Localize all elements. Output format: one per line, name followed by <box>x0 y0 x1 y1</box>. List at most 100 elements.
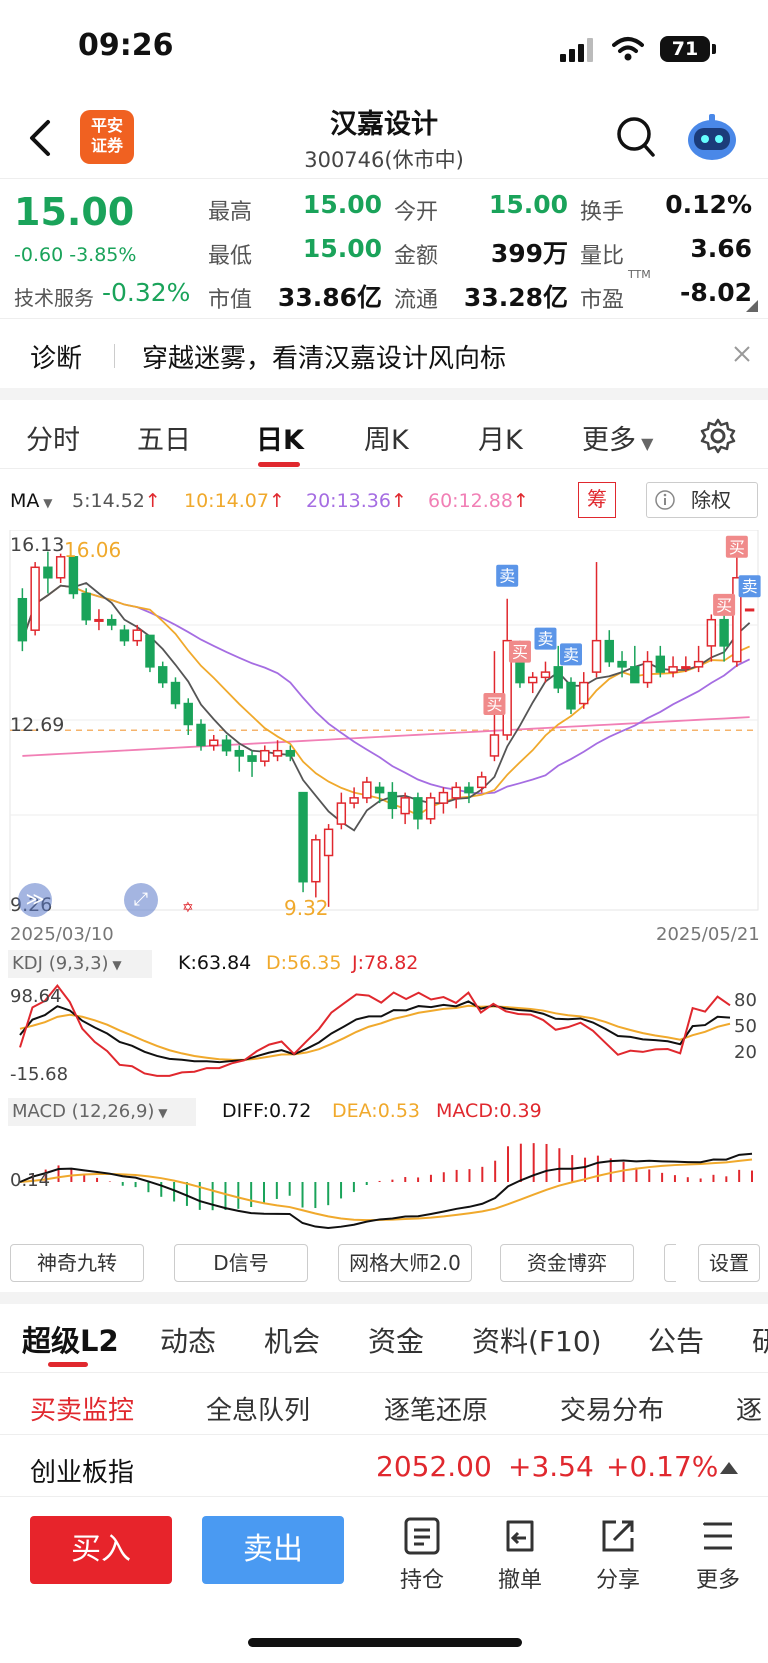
turnover-label: 换手 <box>580 200 625 225</box>
tab-daily-k[interactable]: 日K <box>256 418 304 457</box>
tool-settings[interactable]: 设置 <box>698 1244 760 1282</box>
wifi-icon <box>612 37 644 61</box>
tab-intraday[interactable]: 分时 <box>26 418 80 457</box>
candle-body <box>311 839 321 883</box>
expand-corner-icon[interactable] <box>746 300 758 312</box>
candle-body <box>260 749 270 762</box>
candle-body <box>617 660 627 668</box>
pe-value: -8.02 <box>679 278 752 307</box>
float-cap-value: 33.28亿 <box>463 283 568 312</box>
ma-label[interactable]: MA ▼ <box>10 490 52 512</box>
ma20-line <box>21 584 751 795</box>
chevron-down-icon: ▼ <box>108 958 122 972</box>
robot-assistant-icon[interactable] <box>684 112 740 162</box>
candle-body <box>744 608 755 612</box>
candle-body <box>451 786 461 799</box>
candle-body <box>234 749 244 757</box>
section-f10[interactable]: 资料(F10) <box>472 1320 602 1360</box>
candle-body <box>106 618 117 626</box>
subtab-order-queue[interactable]: 全息队列 <box>206 1390 310 1427</box>
tab-monthly-k[interactable]: 月K <box>478 418 523 457</box>
expand-up-icon[interactable] <box>720 1460 738 1474</box>
section-research[interactable]: 研 <box>752 1320 768 1360</box>
diag-text[interactable]: 穿越迷雾，看清汉嘉设计风向标 <box>142 338 506 375</box>
gear-icon[interactable] <box>700 418 736 454</box>
candle-body <box>132 629 142 642</box>
marker-label: 买 <box>486 695 502 714</box>
last-price: 15.00 <box>14 190 135 234</box>
kdj-chart[interactable] <box>0 980 768 1086</box>
candle-body <box>119 629 130 642</box>
candle-body <box>476 776 487 789</box>
tool-nine-turn[interactable]: 神奇九转 <box>10 1244 144 1282</box>
amount-value: 399万 <box>490 239 568 268</box>
kdj-j: J:78.82 <box>352 952 419 974</box>
subtab-trade-monitor[interactable]: 买卖监控 <box>30 1390 134 1427</box>
holdings-button[interactable]: 持仓 <box>392 1516 452 1594</box>
tab-weekly-k[interactable]: 周K <box>364 418 409 457</box>
close-icon[interactable] <box>732 344 752 364</box>
candle-body <box>400 797 410 815</box>
section-announcements[interactable]: 公告 <box>648 1320 704 1360</box>
tab-more[interactable]: 更多 ▼ <box>582 418 653 457</box>
cancel-order-button[interactable]: 撤单 <box>490 1516 550 1594</box>
candle-body <box>221 739 232 752</box>
tool-d-signal[interactable]: D信号 <box>174 1244 308 1282</box>
kdj-d-line <box>19 1004 731 1061</box>
candle-body <box>323 828 334 857</box>
kdj-y-top: 98.64 <box>10 986 62 1007</box>
kdj-k: K:63.84 <box>178 952 252 974</box>
macd-dea: DEA:0.53 <box>332 1100 421 1122</box>
kline-chart[interactable]: 买卖买卖卖买买卖 <box>0 530 768 920</box>
ma60-value: 60:12.88↑ <box>428 490 529 512</box>
share-button[interactable]: 分享 <box>588 1516 648 1594</box>
kdj-level-20: 20 <box>734 1042 757 1063</box>
pe-label: 市盈 <box>580 288 625 313</box>
fullscreen-icon[interactable]: ⤢ <box>124 883 158 917</box>
y-ref-label: 12.69 <box>10 714 65 736</box>
home-indicator <box>248 1638 522 1647</box>
chip-button[interactable]: 筹 <box>578 482 616 518</box>
search-icon[interactable] <box>616 116 656 160</box>
more-button[interactable]: 更多 <box>688 1516 748 1594</box>
buy-button[interactable]: 买入 <box>30 1516 172 1584</box>
amount-label: 金额 <box>394 244 439 269</box>
open-value: 15.00 <box>488 190 568 219</box>
info-icon <box>655 490 675 510</box>
subtab-more[interactable]: 逐 <box>736 1390 762 1427</box>
macd-selector[interactable]: MACD (12,26,9) ▼ <box>8 1098 196 1126</box>
candle-body <box>43 566 53 579</box>
price-change: -0.60 -3.85% <box>14 244 137 266</box>
event-star-icon[interactable]: ✡ <box>182 900 194 916</box>
collapse-icon[interactable]: ≫ <box>18 883 52 917</box>
candle-body <box>68 556 79 595</box>
section-funds[interactable]: 资金 <box>368 1320 424 1360</box>
subtab-tick-replay[interactable]: 逐笔还原 <box>384 1390 488 1427</box>
candle-body <box>719 618 729 647</box>
candle-body <box>706 618 717 647</box>
macd-chart[interactable] <box>0 1128 768 1234</box>
candle-body <box>425 797 436 820</box>
candle-body <box>591 639 602 673</box>
ma10-value: 10:14.07↑ <box>184 490 285 512</box>
low-label: 最低 <box>208 244 253 269</box>
kdj-y-bottom: -15.68 <box>10 1064 69 1085</box>
y-max-label: 16.13 <box>10 534 65 556</box>
market-cap-value: 33.86亿 <box>277 283 382 312</box>
macd-dea-line <box>19 1158 753 1222</box>
subtab-trade-distribution[interactable]: 交易分布 <box>560 1390 664 1427</box>
max-price-label: 16.06 <box>64 538 122 562</box>
candle-body <box>170 681 181 705</box>
tool-grid-master[interactable]: 网格大师2.0 <box>338 1244 472 1282</box>
up-arrow-icon: ↑ <box>512 490 529 512</box>
section-l2[interactable]: 超级L2 <box>22 1318 119 1360</box>
section-opportunity[interactable]: 机会 <box>264 1320 320 1360</box>
tool-hidden[interactable] <box>664 1244 676 1282</box>
tab-five-day[interactable]: 五日 <box>137 418 191 457</box>
sell-button[interactable]: 卖出 <box>202 1516 344 1584</box>
section-news[interactable]: 动态 <box>160 1320 216 1360</box>
index-change: +3.54 <box>508 1450 594 1483</box>
candle-body <box>336 802 347 825</box>
kdj-selector[interactable]: KDJ (9,3,3) ▼ <box>8 950 152 978</box>
tool-fund-game[interactable]: 资金博弈 <box>500 1244 634 1282</box>
